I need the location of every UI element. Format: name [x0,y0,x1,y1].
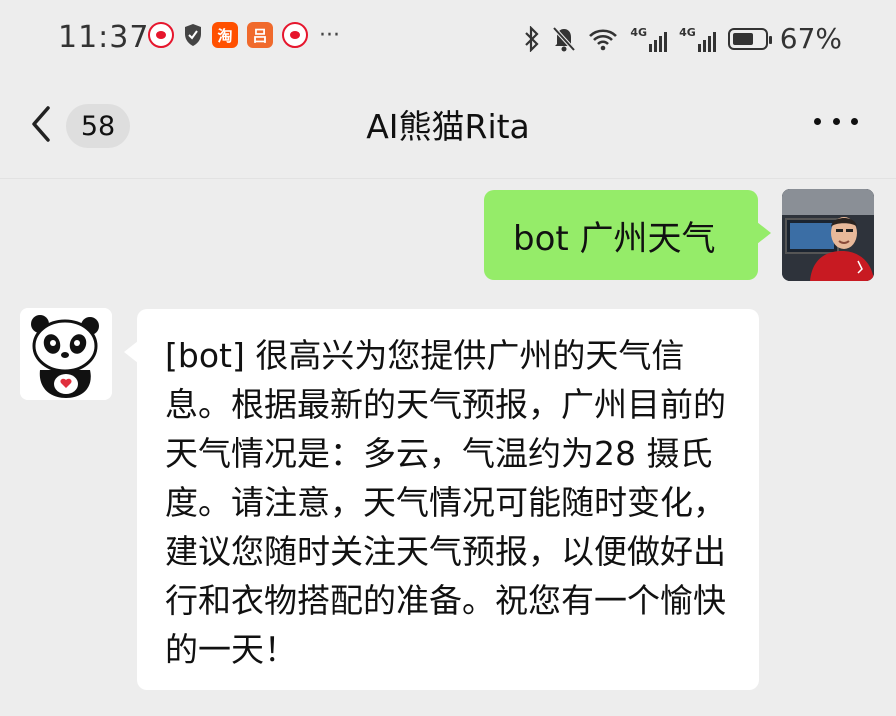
system-icons: 4G 4G 67% [524,22,842,55]
user-avatar[interactable] [782,189,874,281]
chat-header: 58 AI熊猫Rita [0,78,896,176]
signal-4g-icon: 4G [630,26,668,52]
bot-message-bubble[interactable]: [bot] 很高兴为您提供广州的天气信息。根据最新的天气预报，广州目前的天气情况… [124,309,759,690]
more-notifications-icon: ··· [319,22,340,48]
more-options-icon[interactable] [814,118,858,130]
bot-avatar[interactable] [20,308,112,400]
panda-avatar [20,308,112,400]
status-time: 11:37 [58,20,150,55]
bot-message-text: [bot] 很高兴为您提供广州的天气信息。根据最新的天气预报，广州目前的天气情况… [165,336,726,669]
battery-icon [727,27,772,50]
weibo-icon [282,22,308,48]
taobao-icon: 淘 [212,22,238,48]
header-divider [0,178,896,179]
notification-icons: 淘 吕 ··· [148,22,340,48]
weibo-icon [148,22,174,48]
user-message-bubble[interactable]: bot 广州天气 [484,190,771,280]
battery-percent: 67% [779,22,842,55]
chat-title: AI熊猫Rita [366,107,530,146]
wifi-icon [589,28,618,50]
shield-icon [185,24,201,46]
mute-bell-icon [552,26,576,51]
user-photo [782,189,874,281]
status-bar: 11:37 淘 吕 ··· 4G 4G 67% [0,0,896,78]
user-message-text: bot 广州天气 [513,218,716,259]
signal-4g-icon: 4G [679,26,716,52]
bluetooth-icon [525,25,539,52]
apps-icon: 吕 [247,22,273,48]
